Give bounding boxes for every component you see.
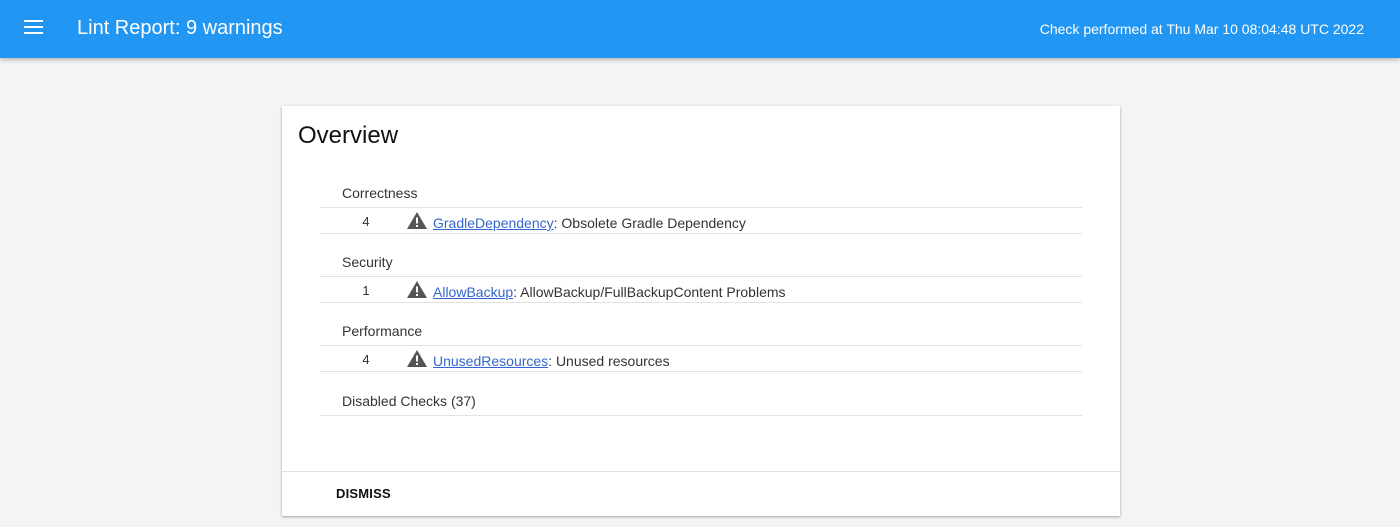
overview-table: Correctness 4 GradleDependency: Obsolete… (320, 182, 1082, 416)
issue-description: : Unused resources (548, 353, 670, 369)
warning-icon (407, 350, 427, 367)
overview-title: Overview (298, 122, 399, 149)
issue-link-gradle-dependency[interactable]: GradleDependency (433, 215, 554, 231)
issue-row-unused-resources: 4 UnusedResources: Unused resources (320, 346, 1082, 372)
warning-icon (407, 212, 427, 229)
dismiss-button[interactable]: DISMISS (328, 480, 399, 507)
category-header-correctness: Correctness (320, 182, 1082, 208)
card-actions: DISMISS (282, 471, 1120, 517)
category-header-security: Security (320, 251, 1082, 277)
issue-text: GradleDependency: Obsolete Gradle Depend… (433, 215, 746, 232)
category-header-performance: Performance (320, 320, 1082, 346)
disabled-checks-link[interactable]: Disabled Checks (37) (320, 389, 1082, 416)
report-title: Lint Report: 9 warnings (77, 17, 283, 39)
issue-link-allow-backup[interactable]: AllowBackup (433, 284, 513, 300)
app-bar: Lint Report: 9 warnings Check performed … (0, 0, 1400, 58)
hamburger-menu-icon[interactable] (24, 20, 44, 36)
issue-description: : Obsolete Gradle Dependency (553, 215, 746, 231)
issue-count: 1 (362, 283, 370, 298)
issue-row-allow-backup: 1 AllowBackup: AllowBackup/FullBackupCon… (320, 277, 1082, 303)
issue-description: : AllowBackup/FullBackupContent Problems (513, 284, 786, 300)
issue-count: 4 (362, 214, 370, 229)
issue-text: AllowBackup: AllowBackup/FullBackupConte… (433, 284, 786, 301)
issue-link-unused-resources[interactable]: UnusedResources (433, 353, 548, 369)
overview-card: Overview Correctness 4 GradleDependency:… (282, 106, 1120, 516)
issue-count: 4 (362, 352, 370, 367)
issue-row-gradle-dependency: 4 GradleDependency: Obsolete Gradle Depe… (320, 208, 1082, 234)
warning-icon (407, 281, 427, 298)
issue-text: UnusedResources: Unused resources (433, 353, 670, 370)
check-timestamp: Check performed at Thu Mar 10 08:04:48 U… (1039, 21, 1364, 37)
